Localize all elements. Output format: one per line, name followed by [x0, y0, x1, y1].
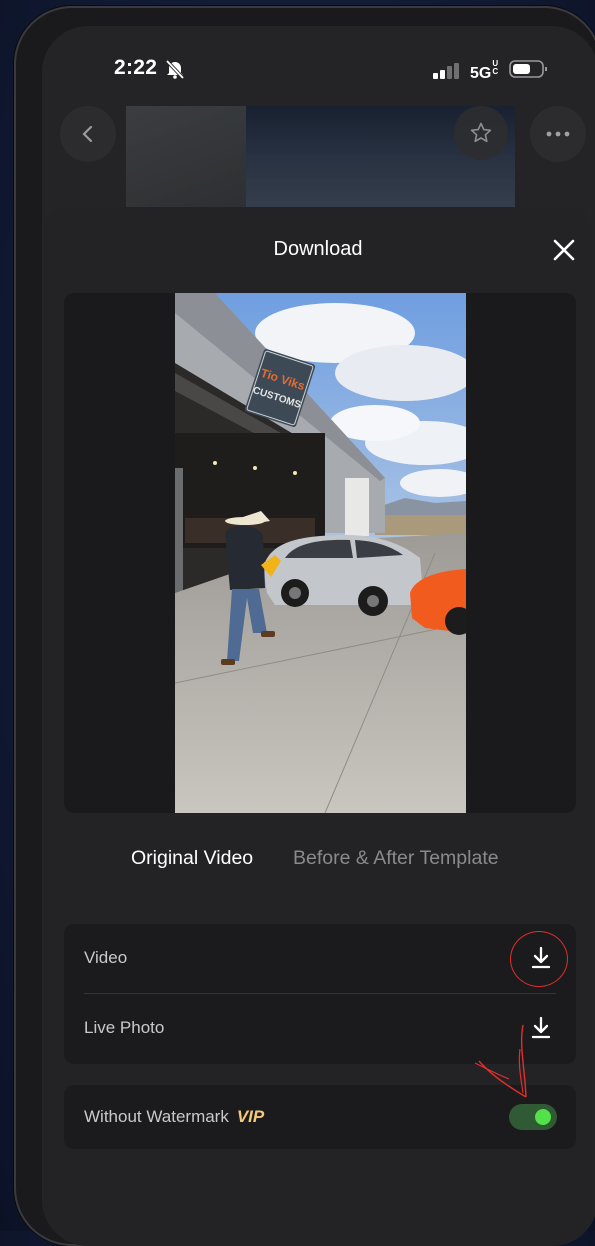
sheet-title: Download	[273, 238, 363, 260]
chevron-left-icon	[82, 125, 93, 143]
preview-image: Tio Viks CUSTOMS	[175, 293, 466, 813]
status-bar: 2:22 5GUC	[42, 26, 595, 106]
battery-icon	[509, 60, 547, 78]
bell-slash-icon	[165, 59, 185, 79]
network-suffix: UC	[492, 59, 499, 76]
favorite-button[interactable]	[454, 106, 508, 160]
tab-original-video[interactable]: Original Video	[131, 847, 253, 870]
close-icon[interactable]	[552, 238, 576, 262]
download-icon[interactable]	[530, 946, 552, 970]
signal-bars-icon	[433, 63, 459, 79]
more-button[interactable]	[530, 106, 586, 162]
watermark-label: Without Watermark	[84, 1107, 229, 1126]
status-time: 2:22	[114, 56, 158, 79]
screen: 2:22 5GUC Download Tio Viks CUSTOMS Orig…	[42, 26, 595, 1246]
phone-frame: 2:22 5GUC Download Tio Viks CUSTOMS Orig…	[14, 6, 595, 1246]
video-preview[interactable]: Tio Viks CUSTOMS	[64, 293, 576, 813]
annotation-arrow	[474, 1024, 527, 1098]
tab-before-after-template[interactable]: Before & After Template	[293, 847, 499, 870]
download-row-video[interactable]: Video	[64, 924, 576, 994]
toggle-knob	[535, 1109, 551, 1125]
vip-badge: VIP	[236, 1107, 265, 1126]
star-icon	[470, 122, 492, 143]
network-type: 5G	[470, 65, 492, 82]
back-button[interactable]	[60, 106, 116, 162]
watermark-label-group: Without Watermark VIP	[84, 1107, 264, 1127]
download-sheet: Download Tio Viks CUSTOMS Original Video…	[44, 207, 592, 1246]
more-horizontal-icon	[546, 131, 570, 137]
network-label: 5GUC	[470, 60, 499, 83]
row-label-video: Video	[84, 948, 128, 967]
row-label-live-photo: Live Photo	[84, 1018, 165, 1037]
